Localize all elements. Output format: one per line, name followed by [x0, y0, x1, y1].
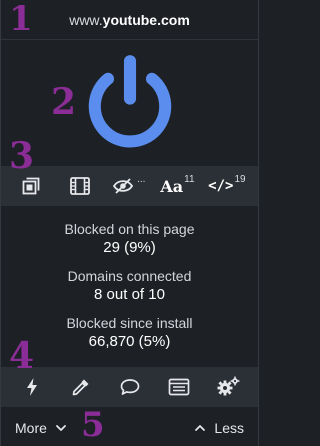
eye-slash-icon: [113, 178, 134, 194]
more-button[interactable]: More: [15, 420, 67, 436]
hostname-domain: youtube.com: [102, 11, 190, 28]
callout-marker-4: 4: [9, 335, 35, 377]
blocker-popup: www. youtube.com ... Aa 11 </> 19 Blocke…: [0, 0, 259, 446]
speech-bubble-icon: [120, 379, 139, 395]
less-label: Less: [214, 420, 244, 436]
logger-button[interactable]: [161, 371, 197, 403]
bottom-tools-bar: [1, 367, 258, 407]
eyedropper-icon: [72, 379, 88, 396]
domains-value: 8 out of 10: [94, 286, 165, 303]
dashboard-button[interactable]: [210, 371, 246, 403]
list-icon: [168, 378, 189, 396]
chevron-down-icon: [56, 425, 66, 431]
blocked-page-label: Blocked on this page: [64, 221, 195, 237]
lightning-icon: [26, 378, 37, 396]
callout-marker-1: 1: [9, 0, 33, 39]
power-icon[interactable]: [75, 48, 185, 158]
font-toggle-button[interactable]: Aa 11: [159, 170, 195, 202]
blocked-install-label: Blocked since install: [66, 315, 193, 331]
quick-tools-bar: ... Aa 11 </> 19: [1, 166, 258, 206]
element-picker-icon: [22, 177, 40, 195]
cosmetic-filter-button[interactable]: ...: [111, 170, 147, 202]
stats-panel: Blocked on this page 29 (9%) Domains con…: [1, 220, 258, 361]
report-button[interactable]: [112, 371, 148, 403]
script-toggle-button[interactable]: </> 19: [208, 170, 245, 202]
font-badge: 11: [184, 173, 195, 185]
power-area: [1, 48, 258, 158]
picker-button[interactable]: [63, 371, 99, 403]
blocked-install-value: 66,870 (5%): [88, 333, 171, 350]
cosmetic-badge: ...: [137, 173, 146, 185]
font-icon: Aa: [160, 176, 184, 196]
more-label: More: [15, 420, 47, 436]
blocked-page-value: 29 (9%): [103, 239, 156, 256]
hostname-bar: www. youtube.com: [1, 0, 258, 40]
footer-bar: More Less: [1, 410, 258, 446]
chevron-up-icon: [195, 425, 206, 431]
code-icon: </>: [208, 178, 234, 194]
media-toggle-button[interactable]: [62, 170, 98, 202]
callout-marker-2: 2: [51, 81, 77, 123]
domains-label: Domains connected: [67, 268, 192, 284]
callout-marker-3: 3: [9, 135, 35, 177]
callout-marker-5: 5: [81, 405, 105, 445]
hostname-prefix: www.: [69, 11, 103, 28]
gears-icon: [217, 376, 239, 396]
script-badge: 19: [234, 173, 246, 185]
media-filmstrip-icon: [70, 177, 90, 195]
less-button[interactable]: Less: [194, 420, 244, 436]
